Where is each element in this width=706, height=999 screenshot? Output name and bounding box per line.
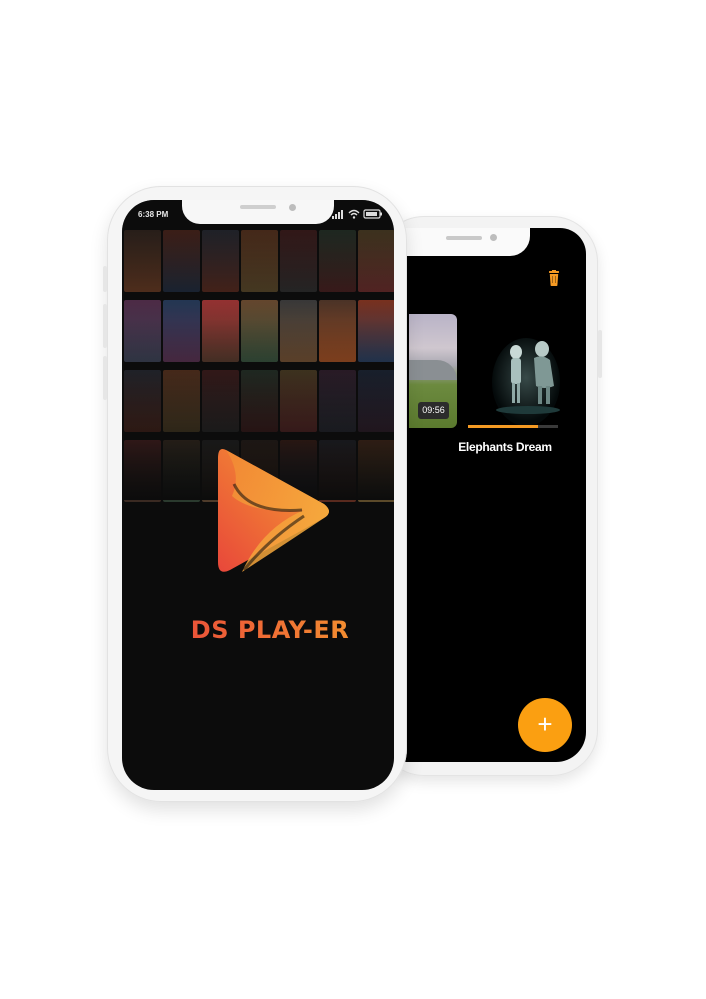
phone-side-button (598, 330, 602, 378)
front-camera (289, 204, 296, 211)
play-triangle-logo (218, 449, 329, 572)
app-name: DS PLAY-ER (150, 616, 390, 644)
wifi-icon (348, 209, 360, 219)
add-video-button[interactable]: + (518, 698, 572, 752)
phone-notch (182, 200, 334, 224)
signal-icon (332, 210, 343, 219)
status-bar-icons (332, 209, 382, 219)
battery-icon (363, 209, 382, 219)
speaker-grille (240, 205, 276, 209)
phone-side-button (103, 356, 107, 400)
trash-icon[interactable] (548, 270, 560, 286)
plus-icon: + (537, 709, 553, 739)
status-time: 6:38 PM (138, 210, 169, 219)
elephants-dream-thumbnail-art (468, 314, 584, 427)
landscape-hill (409, 360, 457, 380)
video-thumbnail-elephants-dream[interactable] (468, 314, 584, 427)
front-camera (490, 234, 497, 241)
video-duration-badge: 09:56 (418, 402, 449, 419)
phone-notch (402, 228, 530, 256)
speaker-grille (446, 236, 482, 240)
video-title[interactable]: Elephants Dream (440, 440, 570, 454)
phone-side-button (103, 304, 107, 348)
library-screen (402, 228, 586, 762)
watch-progress-bar (468, 425, 558, 428)
phone-side-button (103, 266, 107, 292)
watch-progress-fill (468, 425, 539, 428)
